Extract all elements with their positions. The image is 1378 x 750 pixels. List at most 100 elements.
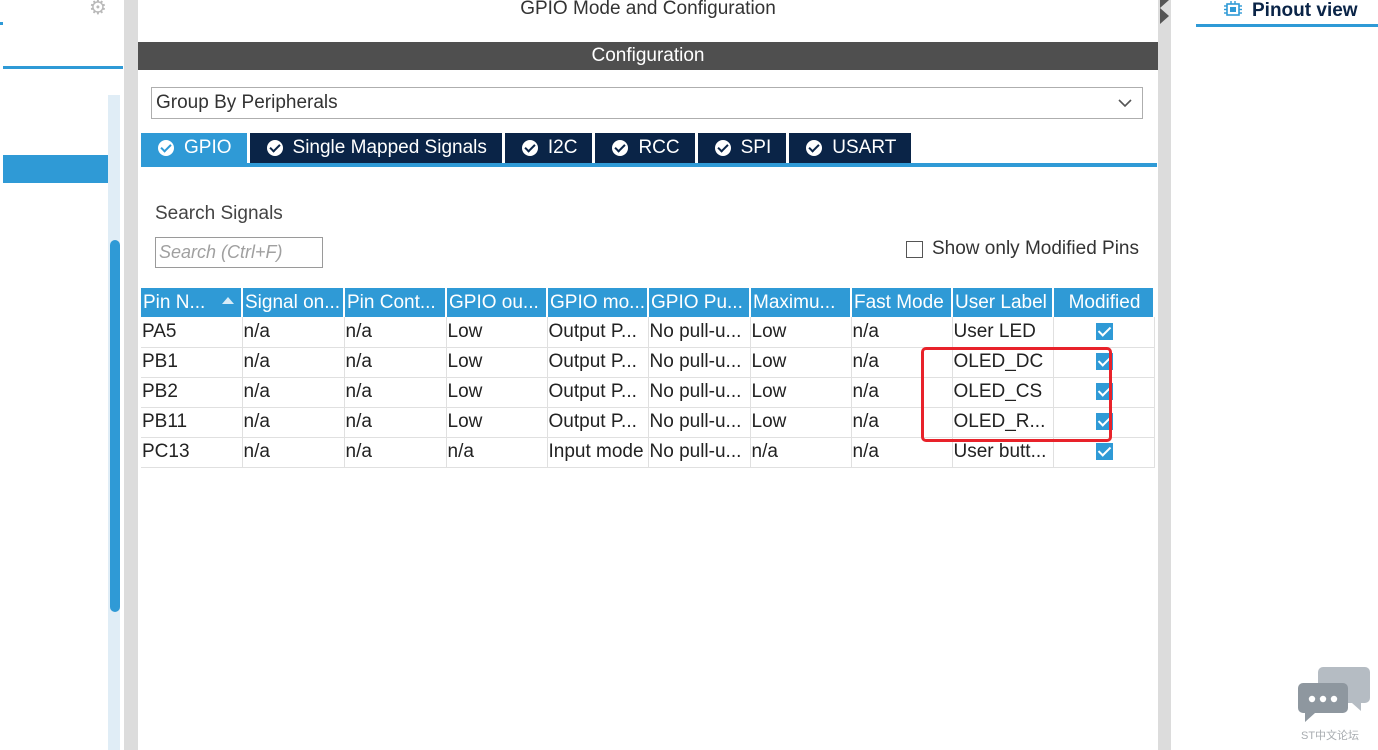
tab-gpio[interactable]: GPIO xyxy=(141,133,247,163)
table-header-row: Pin N... Signal on... Pin Cont... GPIO o… xyxy=(141,288,1155,317)
tab-label: USART xyxy=(832,137,897,158)
chat-bubbles-icon xyxy=(1298,667,1370,722)
forum-watermark: ST中文论坛 xyxy=(1297,665,1371,745)
cell-gpio-output: Low xyxy=(446,347,548,378)
cell-gpio-output: Low xyxy=(446,377,548,408)
cell-gpio-mode: Output P... xyxy=(547,377,649,408)
cell-max-speed: Low xyxy=(750,317,852,348)
collapse-arrow-icon[interactable] xyxy=(1160,0,1169,8)
modified-checkbox[interactable] xyxy=(1095,413,1113,431)
cell-fast-mode: n/a xyxy=(851,407,953,438)
column-header-label: Pin N... xyxy=(143,291,206,313)
modified-checkbox[interactable] xyxy=(1095,443,1113,461)
table-row[interactable]: PB2 n/a n/a Low Output P... No pull-u...… xyxy=(141,377,1155,408)
check-circle-icon xyxy=(158,140,174,156)
sort-up-icon xyxy=(222,297,234,304)
cell-user-label[interactable]: OLED_DC xyxy=(952,347,1054,378)
group-by-select[interactable]: Group By Peripherals xyxy=(151,87,1143,119)
cell-signal: n/a xyxy=(242,407,345,438)
cell-user-label[interactable]: OLED_CS xyxy=(952,377,1054,408)
right-splitter[interactable] xyxy=(1158,0,1171,750)
modified-checkbox[interactable] xyxy=(1095,323,1113,341)
check-circle-icon xyxy=(521,140,538,156)
gear-icon[interactable]: ⚙ xyxy=(89,0,115,20)
chevron-down-icon xyxy=(1118,99,1132,108)
modified-checkbox[interactable] xyxy=(1095,383,1113,401)
cell-signal: n/a xyxy=(242,437,345,468)
left-tree-selected-item[interactable] xyxy=(3,155,109,183)
table-row[interactable]: PB11 n/a n/a Low Output P... No pull-u..… xyxy=(141,407,1155,438)
cell-signal: n/a xyxy=(242,317,345,348)
cell-pin-context: n/a xyxy=(344,317,447,348)
cell-gpio-mode: Input mode xyxy=(547,437,649,468)
table-row[interactable]: PC13 n/a n/a n/a Input mode No pull-u...… xyxy=(141,437,1155,468)
left-splitter[interactable] xyxy=(124,0,138,750)
cell-pin-context: n/a xyxy=(344,377,447,408)
search-input[interactable] xyxy=(155,237,323,268)
left-panel-marker xyxy=(0,22,3,25)
cell-modified xyxy=(1053,407,1155,438)
column-header-gpio-output[interactable]: GPIO ou... xyxy=(446,288,548,317)
tab-underline xyxy=(141,163,1157,167)
tab-label: Single Mapped Signals xyxy=(292,137,487,158)
chip-icon xyxy=(1224,1,1242,16)
column-header-signal[interactable]: Signal on... xyxy=(242,288,345,317)
column-header-pin-name[interactable]: Pin N... xyxy=(141,288,243,317)
cell-modified xyxy=(1053,437,1155,468)
tab-label: SPI xyxy=(740,137,772,158)
cell-gpio-output: Low xyxy=(446,317,548,348)
cell-gpio-pull: No pull-u... xyxy=(648,407,751,438)
cell-gpio-pull: No pull-u... xyxy=(648,377,751,408)
left-scrollbar-thumb[interactable] xyxy=(110,240,120,612)
cell-fast-mode: n/a xyxy=(851,347,953,378)
cell-pin: PB2 xyxy=(141,377,243,408)
checkbox-box[interactable] xyxy=(906,240,923,258)
cell-signal: n/a xyxy=(242,377,345,408)
cell-modified xyxy=(1053,377,1155,408)
cell-max-speed: n/a xyxy=(750,437,852,468)
panel-title: GPIO Mode and Configuration xyxy=(520,0,776,19)
tab-pinout-view[interactable]: Pinout view xyxy=(1196,0,1378,24)
tab-spi[interactable]: SPI xyxy=(697,133,787,163)
column-header-max-speed[interactable]: Maximu... xyxy=(750,288,852,317)
cell-fast-mode: n/a xyxy=(851,317,953,348)
cell-user-label[interactable]: OLED_R... xyxy=(952,407,1054,438)
tab-single-mapped-signals[interactable]: Single Mapped Signals xyxy=(249,133,502,163)
pinout-view-label: Pinout view xyxy=(1252,0,1358,21)
cell-pin: PB1 xyxy=(141,347,243,378)
tab-i2c[interactable]: I2C xyxy=(504,133,593,163)
cell-user-label[interactable]: User butt... xyxy=(952,437,1054,468)
peripheral-tabs: GPIO Single Mapped Signals I2C RCC SPI U… xyxy=(141,133,914,163)
cell-gpio-mode: Output P... xyxy=(547,407,649,438)
column-header-gpio-mode[interactable]: GPIO mo... xyxy=(547,288,649,317)
expand-arrow-icon[interactable] xyxy=(1160,8,1169,24)
tab-label: RCC xyxy=(638,137,680,158)
table-row[interactable]: PB1 n/a n/a Low Output P... No pull-u...… xyxy=(141,347,1155,378)
modified-checkbox[interactable] xyxy=(1095,353,1113,371)
check-circle-icon xyxy=(612,140,629,156)
cell-gpio-pull: No pull-u... xyxy=(648,317,751,348)
cell-modified xyxy=(1053,347,1155,378)
tab-rcc[interactable]: RCC xyxy=(595,133,695,163)
app-window: ⚙ GPIO Mode and Configuration Configurat… xyxy=(0,0,1378,750)
show-modified-pins-checkbox[interactable]: Show only Modified Pins xyxy=(906,238,1139,260)
cell-fast-mode: n/a xyxy=(851,437,953,468)
tab-usart[interactable]: USART xyxy=(789,133,912,163)
gpio-pin-table: Pin N... Signal on... Pin Cont... GPIO o… xyxy=(141,288,1155,468)
column-header-pin-context[interactable]: Pin Cont... xyxy=(344,288,447,317)
pinout-tab-underline xyxy=(1196,24,1378,27)
column-header-user-label[interactable]: User Label xyxy=(952,288,1054,317)
column-header-fast-mode[interactable]: Fast Mode xyxy=(851,288,953,317)
column-header-modified[interactable]: Modified xyxy=(1053,288,1155,317)
cell-max-speed: Low xyxy=(750,377,852,408)
cell-modified xyxy=(1053,317,1155,348)
column-header-gpio-pull[interactable]: GPIO Pu... xyxy=(648,288,751,317)
cell-pin-context: n/a xyxy=(344,407,447,438)
cell-gpio-output: n/a xyxy=(446,437,548,468)
cell-user-label[interactable]: User LED xyxy=(952,317,1054,348)
table-row[interactable]: PA5 n/a n/a Low Output P... No pull-u...… xyxy=(141,317,1155,348)
cell-gpio-mode: Output P... xyxy=(547,347,649,378)
cell-fast-mode: n/a xyxy=(851,377,953,408)
cell-pin: PC13 xyxy=(141,437,243,468)
cell-pin: PA5 xyxy=(141,317,243,348)
